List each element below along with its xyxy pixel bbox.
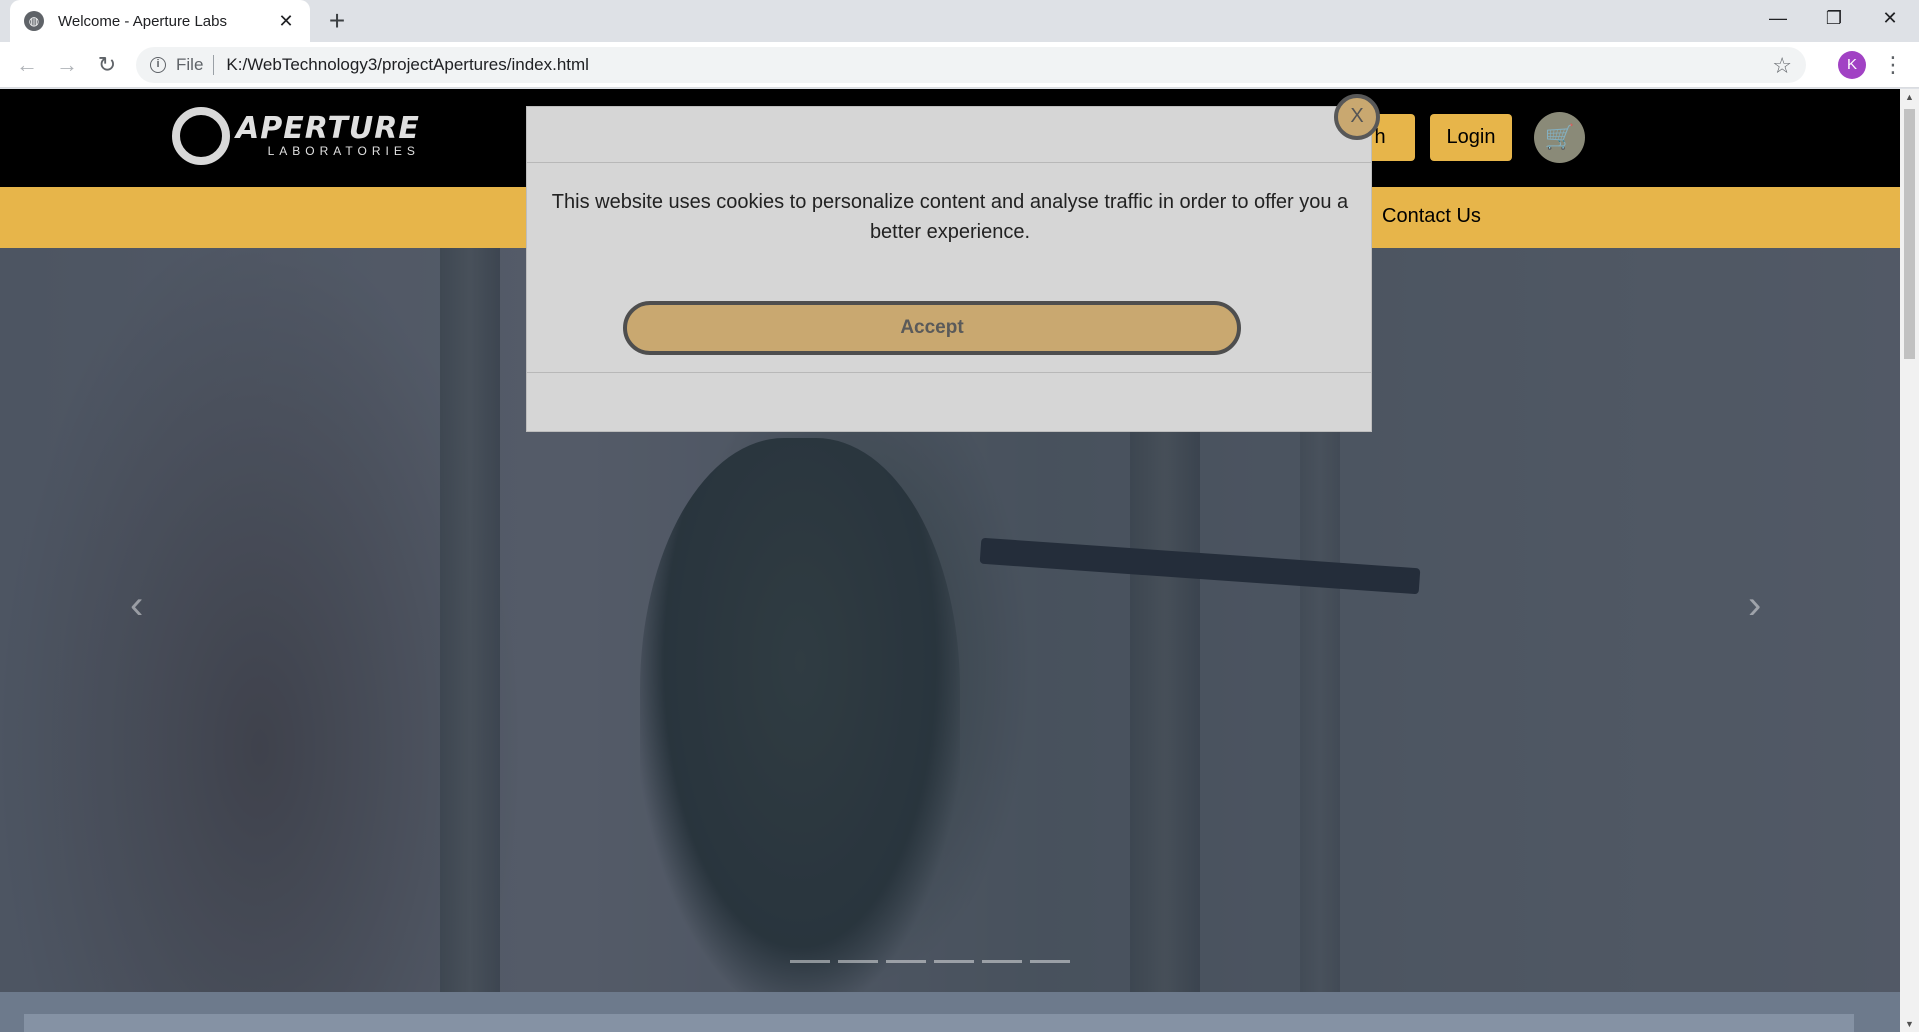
modal-header [527, 107, 1371, 163]
carousel-next-icon[interactable]: › [1748, 583, 1761, 628]
page-scrollbar[interactable]: ▲ ▼ [1900, 89, 1919, 1032]
carousel-indicator[interactable] [1030, 960, 1070, 963]
carousel-indicator[interactable] [982, 960, 1022, 963]
below-hero-section [0, 992, 1900, 1032]
carousel-prev-icon[interactable]: ‹ [130, 583, 143, 628]
new-tab-button[interactable]: + [322, 6, 352, 36]
browser-menu-icon[interactable]: ⋮ [1882, 50, 1904, 80]
carousel-indicator[interactable] [934, 960, 974, 963]
url-separator [213, 55, 215, 75]
browser-tab[interactable]: ◍ Welcome - Aperture Labs ✕ [10, 0, 310, 42]
window-close-button[interactable]: ✕ [1862, 0, 1918, 38]
minimize-button[interactable]: — [1750, 0, 1806, 38]
scroll-down-icon[interactable]: ▼ [1900, 1016, 1919, 1032]
back-button[interactable]: ← [10, 48, 44, 82]
nav-item-contact[interactable]: Contact Us [1382, 205, 1481, 228]
reload-button[interactable]: ↻ [90, 48, 124, 82]
modal-close-button[interactable]: X [1334, 94, 1380, 140]
carousel-indicator[interactable] [790, 960, 830, 963]
modal-body: This website uses cookies to personalize… [527, 163, 1371, 373]
tab-title: Welcome - Aperture Labs [58, 12, 227, 30]
aperture-logo[interactable]: APERTURE LABORATORIES [172, 107, 420, 165]
bookmark-star-icon[interactable]: ☆ [1772, 53, 1792, 79]
cart-icon[interactable]: 🛒 [1534, 112, 1585, 163]
login-button[interactable]: Login [1430, 114, 1512, 161]
page-viewport: APERTURE LABORATORIES h Login 🛒 H Contac… [0, 89, 1900, 1032]
aperture-logo-icon [172, 107, 230, 165]
scroll-up-icon[interactable]: ▲ [1900, 89, 1919, 105]
tab-close-icon[interactable]: ✕ [276, 11, 296, 32]
browser-tabstrip: ◍ Welcome - Aperture Labs ✕ + — ❐ ✕ [0, 0, 1919, 42]
cookie-modal: X This website uses cookies to personali… [526, 94, 1380, 432]
profile-avatar[interactable]: K [1838, 51, 1866, 79]
scrollbar-thumb[interactable] [1904, 109, 1915, 359]
url-text[interactable]: K:/WebTechnology3/projectApertures/index… [226, 55, 589, 75]
globe-icon: ◍ [24, 11, 44, 31]
restore-button[interactable]: ❐ [1806, 0, 1862, 38]
accept-button[interactable]: Accept [623, 301, 1241, 355]
forward-button[interactable]: → [50, 48, 84, 82]
logo-subtitle: LABORATORIES [267, 144, 420, 158]
address-bar[interactable]: i File K:/WebTechnology3/projectAperture… [136, 47, 1806, 83]
content-card [24, 1014, 1854, 1032]
carousel-indicator[interactable] [838, 960, 878, 963]
browser-toolbar: ← → ↻ i File K:/WebTechnology3/projectAp… [0, 42, 1919, 88]
cookie-message: This website uses cookies to personalize… [551, 191, 1349, 243]
logo-text: APERTURE LABORATORIES [236, 111, 420, 159]
info-icon[interactable]: i [150, 57, 166, 73]
carousel-indicator[interactable] [886, 960, 926, 963]
logo-wordmark: APERTURE [236, 111, 420, 146]
url-scheme: File [176, 55, 204, 74]
carousel-indicators [790, 960, 1070, 963]
